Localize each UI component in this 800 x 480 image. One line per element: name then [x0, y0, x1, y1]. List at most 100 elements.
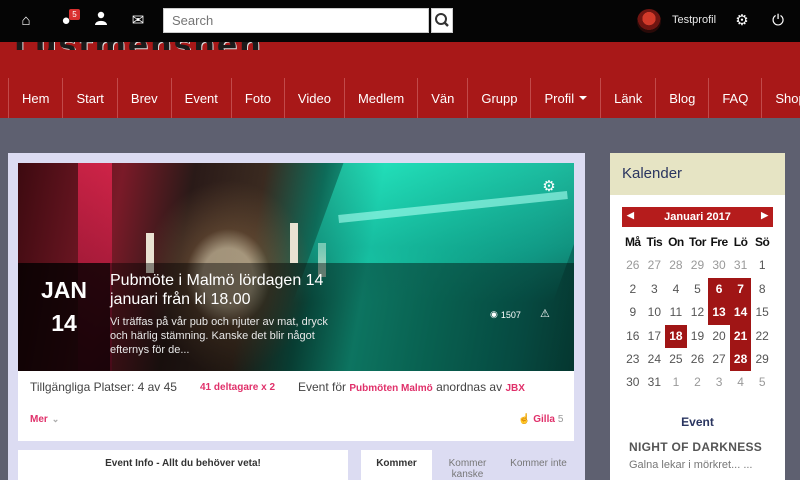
home-icon[interactable]: ⌂ [16, 11, 36, 31]
calendar-day: 26 [690, 351, 705, 366]
mail-icon[interactable]: ✉ [128, 11, 148, 31]
calendar-day: 22 [755, 328, 769, 343]
nav-item-start[interactable]: Start [62, 78, 116, 118]
calendar-day: 30 [626, 375, 640, 390]
calendar-day: 16 [626, 328, 640, 343]
calendar-week-row: 26 27 28 29 30 31 1 [622, 254, 773, 277]
calendar-weekday-row: Må Tis On Tor Fre Lö Sö [622, 231, 773, 254]
nav-item-hem[interactable]: Hem [8, 78, 62, 118]
nav-item-faq[interactable]: FAQ [708, 78, 761, 118]
calendar-day: 4 [672, 281, 680, 296]
tab-kommer-kanske[interactable]: Kommer kanske [432, 450, 503, 480]
like-label: Gilla [533, 414, 555, 425]
calendar-day: 29 [690, 258, 705, 273]
search-icon [435, 13, 449, 27]
calendar-day-event[interactable]: 7 [729, 277, 752, 302]
calendar-day: 2 [694, 375, 701, 390]
calendar-month-bar: ◀ Januari 2017 ▶ [622, 207, 773, 227]
calendar-sidebar: Kalender ◀ Januari 2017 ▶ Må Tis On Tor Fre L… [610, 153, 785, 480]
tab-kommer-inte[interactable]: Kommer inte [503, 450, 574, 480]
calendar-day: 3 [715, 375, 723, 390]
calendar-weekday: Sö [754, 235, 770, 249]
site-logo[interactable]: Lustmenshen [14, 42, 263, 50]
group-link[interactable]: Pubmöten Malmö [349, 383, 432, 394]
calendar-day: 12 [690, 305, 705, 320]
event-hero-image[interactable]: ⚙ JAN 14 Pubmöte i Malmö lördagen 14 jan… [18, 163, 574, 371]
calendar-day-event[interactable]: 6 [708, 277, 730, 302]
calendar-day: 8 [758, 281, 766, 296]
more-button[interactable]: Mer ⌄ [30, 414, 59, 425]
calendar-day-event[interactable]: 28 [729, 347, 752, 372]
like-button[interactable]: ☝ Gilla 5 [518, 414, 563, 425]
calendar-day: 11 [669, 305, 683, 320]
calendar-day: 29 [755, 351, 769, 366]
participants-link[interactable]: 41 deltagare x 2 [200, 382, 275, 393]
search-button[interactable] [431, 8, 453, 33]
calendar-month-title: Januari 2017 [664, 211, 731, 223]
tab-kommer[interactable]: Kommer [361, 450, 432, 480]
nav-item-profil[interactable]: Profil [530, 78, 600, 118]
calendar-heading: Kalender [622, 165, 683, 182]
notification-badge: 5 [69, 9, 80, 20]
avatar[interactable] [637, 9, 661, 33]
calendar-week-row: 2345678 [622, 277, 773, 302]
calendar-weekday: Tor [688, 235, 706, 249]
gear-icon[interactable]: ⚙ [541, 179, 557, 195]
search-input[interactable] [164, 9, 428, 32]
chevron-down-icon: ⌄ [51, 414, 60, 424]
calendar-day: 2 [629, 281, 637, 296]
nav-item-grupp[interactable]: Grupp [467, 78, 530, 118]
more-label: Mer [30, 414, 48, 425]
calendar-day: 20 [712, 328, 726, 343]
event-organizer-line: Event för Pubmöten Malmö anordnas av JBX [298, 380, 525, 394]
sidebar-event-name[interactable]: NIGHT OF DARKNESS [629, 440, 762, 454]
nav-item-brev[interactable]: Brev [116, 78, 171, 118]
event-day: 14 [51, 310, 77, 336]
username-link[interactable]: Testprofil [672, 14, 716, 26]
calendar-weekday: Tis [646, 235, 663, 249]
calendar-day: 17 [647, 328, 662, 343]
gear-icon[interactable]: ⚙ [732, 11, 752, 31]
calendar-day-event[interactable]: 18 [665, 324, 687, 348]
like-count: 5 [557, 414, 564, 425]
calendar-day-event[interactable]: 21 [729, 324, 752, 348]
calendar-weekday: Lö [733, 235, 748, 249]
event-title[interactable]: Pubmöte i Malmö lördagen 14 januari från… [110, 271, 340, 309]
sidebar-event-desc: Galna lekar i mörkret... ... [629, 459, 753, 471]
attendance-tabs: Kommer Kommer kanske Kommer inte [361, 450, 574, 480]
calendar-day: 23 [626, 351, 640, 366]
calendar-day-event[interactable]: 14 [729, 301, 752, 325]
calendar-day: 15 [755, 305, 769, 320]
nav-item-van[interactable]: Vän [417, 78, 467, 118]
calendar-grid: Må Tis On Tor Fre Lö Sö 26 27 28 29 30 31 1 2 3 4 5 6 7 8 9 10… [622, 231, 773, 395]
calendar-day-event[interactable]: 13 [708, 301, 730, 325]
organizer-link[interactable]: JBX [505, 383, 524, 394]
calendar-day: 31 [733, 258, 748, 273]
user-icon[interactable] [91, 11, 111, 31]
next-month-icon[interactable]: ▶ [761, 210, 768, 221]
search-box [163, 8, 429, 33]
event-hero-overlay: Pubmöte i Malmö lördagen 14 januari från… [110, 263, 574, 371]
calendar-day: 30 [712, 258, 726, 273]
site-header: Lustmenshen Hem Start Brev Event Foto Vi… [0, 42, 800, 118]
calendar-day: 5 [758, 375, 766, 390]
view-count-value: 1507 [500, 309, 521, 320]
nav-item-video[interactable]: Video [283, 78, 344, 118]
nav-item-foto[interactable]: Foto [230, 78, 284, 118]
calendar-day: 1 [758, 258, 766, 273]
thumbs-up-icon: ☝ [518, 414, 531, 425]
nav-item-shop[interactable]: Shop [761, 78, 800, 118]
calendar-day: 31 [647, 375, 662, 390]
nav-item-lank[interactable]: Länk [600, 78, 655, 118]
calendar-weekday: Fre [710, 235, 728, 249]
nav-item-event[interactable]: Event [170, 78, 231, 118]
main-nav: Hem Start Brev Event Foto Video Medlem V… [8, 78, 800, 118]
calendar-header: Kalender [610, 153, 785, 195]
nav-item-blog[interactable]: Blog [655, 78, 708, 118]
main-content: ⚙ JAN 14 Pubmöte i Malmö lördagen 14 jan… [8, 153, 585, 480]
warning-icon[interactable]: ⚠ [540, 307, 550, 320]
event-for-prefix: Event för [298, 380, 347, 394]
nav-item-medlem[interactable]: Medlem [343, 78, 417, 118]
event-description: Vi träffas på vår pub och njuter av mat,… [110, 316, 328, 356]
power-icon[interactable]: ⏻ [768, 11, 788, 31]
